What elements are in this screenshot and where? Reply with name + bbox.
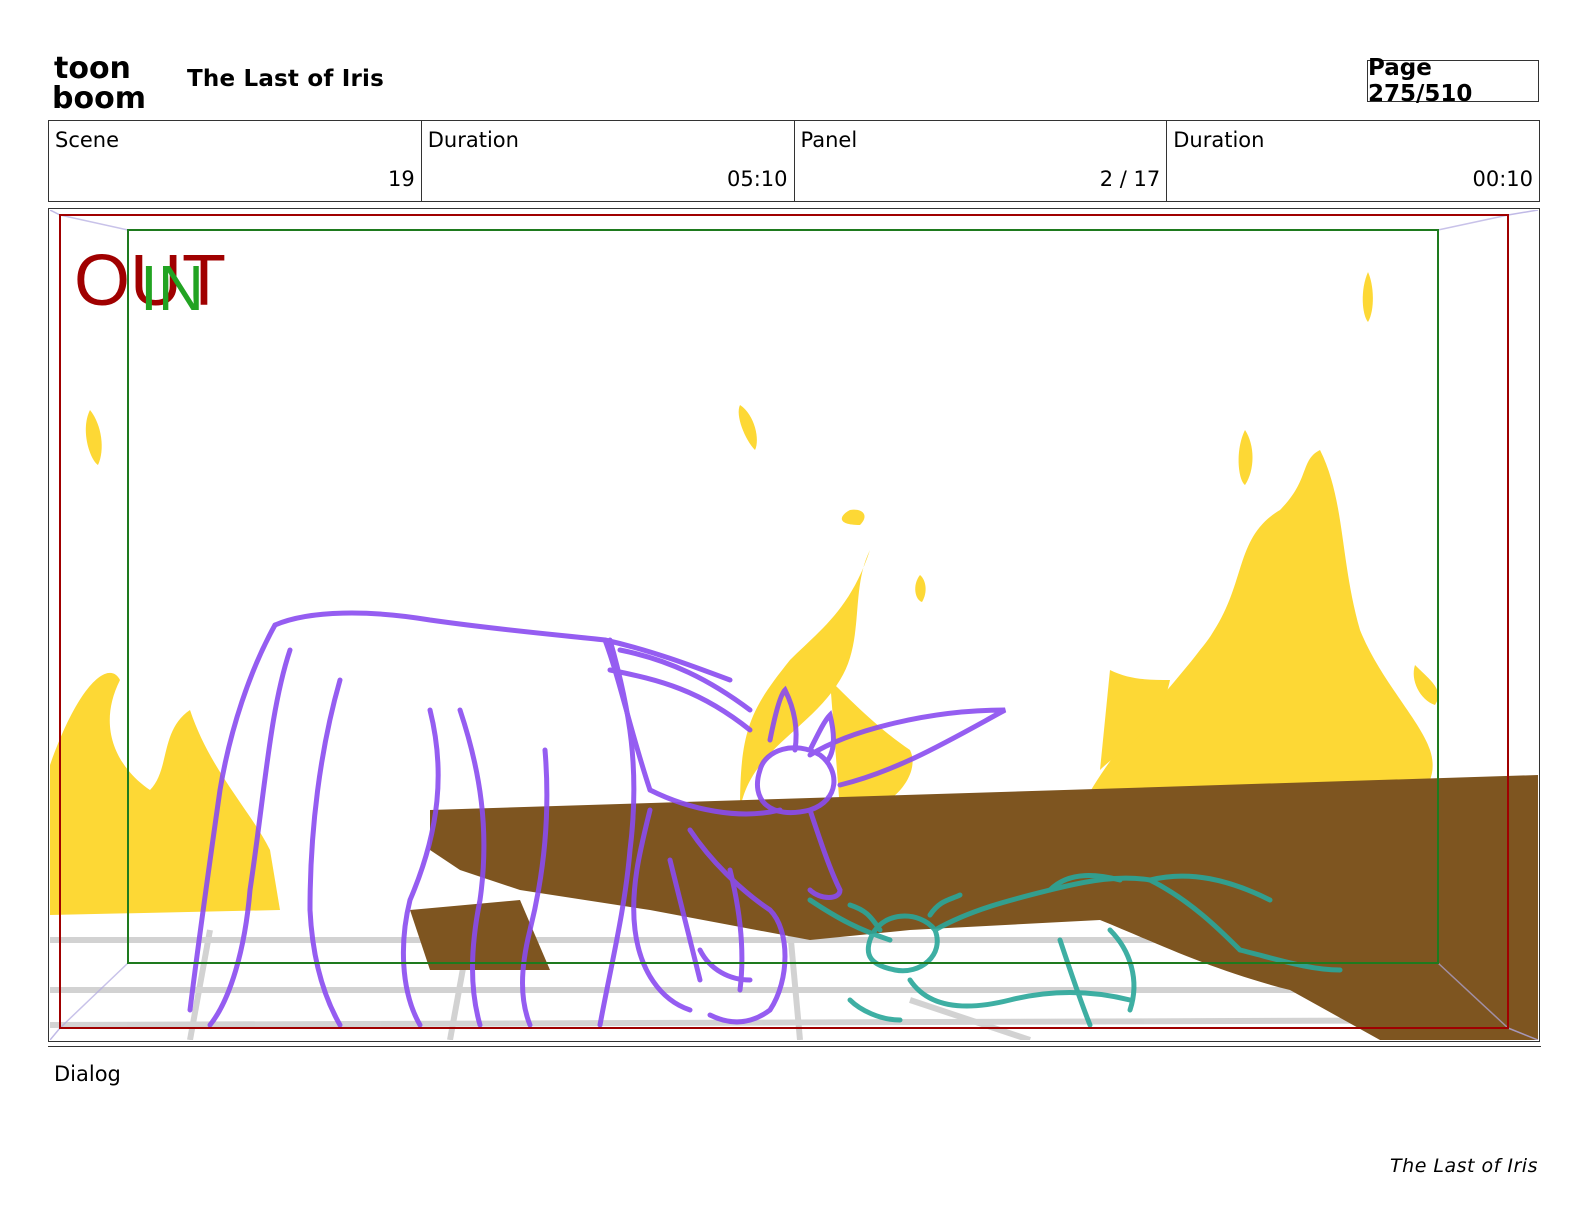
panel-duration-cell: Duration 00:10	[1167, 121, 1539, 201]
logo-line2: boom	[52, 81, 146, 110]
panel-drawing: OUT IN	[50, 210, 1538, 1040]
scene-duration-cell: Duration 05:10	[422, 121, 795, 201]
panel-cell: Panel 2 / 17	[795, 121, 1168, 201]
scene-cell: Scene 19	[49, 121, 422, 201]
scene-value: 19	[388, 167, 415, 191]
dialog-label: Dialog	[54, 1062, 121, 1086]
project-title: The Last of Iris	[187, 66, 385, 92]
footer-project-name: The Last of Iris	[1390, 1155, 1538, 1177]
fallen-log	[410, 775, 1538, 1040]
in-label: IN	[140, 252, 204, 324]
scene-duration-label: Duration	[427, 128, 519, 152]
toon-boom-logo: toon boom	[52, 52, 146, 110]
panel-value: 2 / 17	[1099, 167, 1161, 191]
panel-duration-label: Duration	[1173, 128, 1265, 152]
panel-label: Panel	[800, 128, 858, 152]
scene-duration-value: 05:10	[726, 167, 788, 191]
panel-info-table: Scene 19 Duration 05:10 Panel 2 / 17 Dur…	[48, 120, 1540, 202]
panel-duration-value: 00:10	[1472, 167, 1533, 191]
page-number: Page 275/510	[1367, 55, 1539, 107]
scene-label: Scene	[55, 128, 120, 152]
